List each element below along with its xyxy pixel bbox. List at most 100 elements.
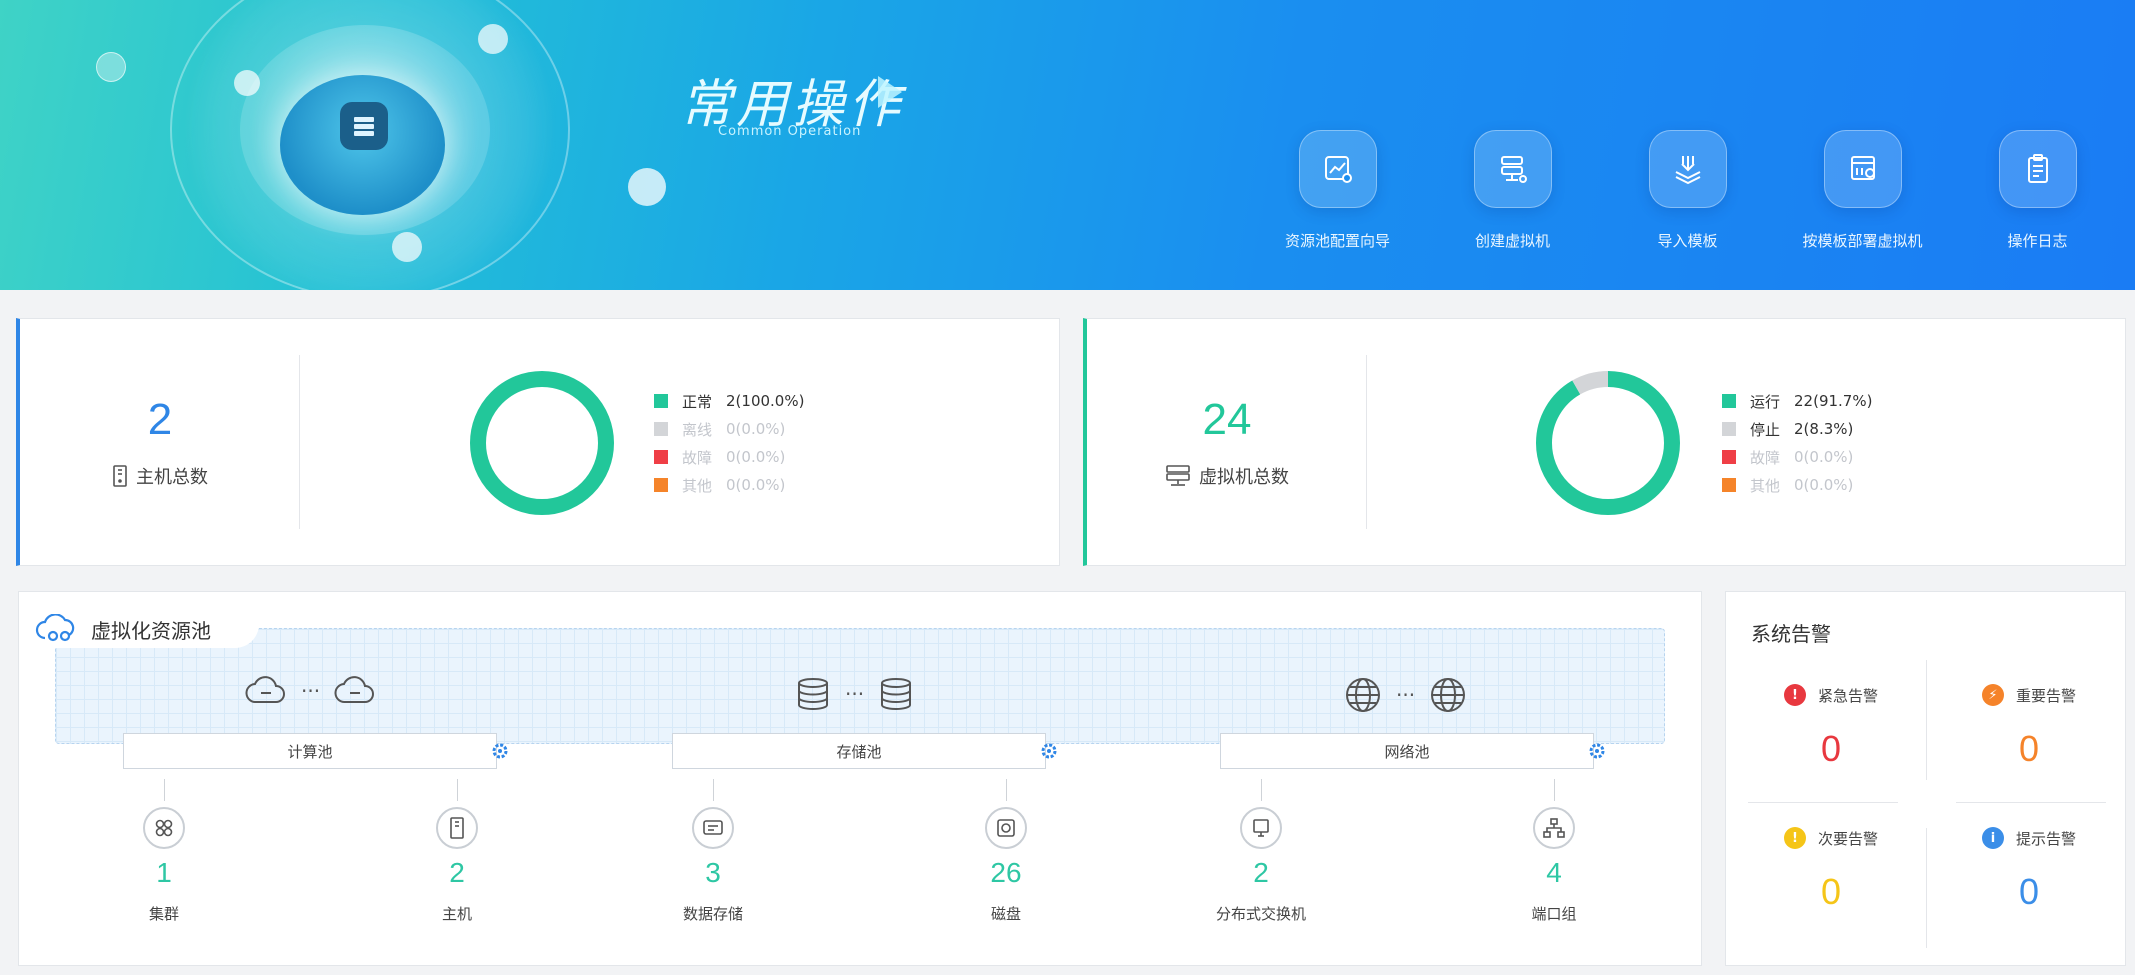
alarm-label: 提示告警 bbox=[2015, 829, 2076, 848]
alarm-major[interactable]: ⚡ 重要告警 0 bbox=[1944, 684, 2114, 770]
legend-name: 其他 bbox=[1750, 476, 1781, 495]
resource-label: 集群 bbox=[148, 905, 179, 923]
op-operation-log[interactable]: 操作日志 bbox=[1950, 130, 2125, 251]
legend-value: 22(91.7%) bbox=[1794, 392, 1873, 410]
resource-count: 2 bbox=[449, 857, 465, 888]
legend-name: 离线 bbox=[682, 420, 713, 439]
donut-slice-0 bbox=[470, 371, 614, 515]
compute-pool-box[interactable]: 计算池 bbox=[123, 733, 497, 769]
op-label: 操作日志 bbox=[2007, 232, 2068, 250]
resource-disk[interactable]: 26 磁盘 bbox=[926, 807, 1086, 924]
legend-swatch bbox=[654, 478, 668, 492]
vm-total-label: 虚拟机总数 bbox=[1199, 467, 1289, 488]
critical-alarm-icon: ! bbox=[1783, 684, 1806, 706]
divider bbox=[1926, 660, 1927, 780]
alarm-label: 次要告警 bbox=[1817, 829, 1878, 848]
database-icon bbox=[798, 678, 828, 711]
alarm-minor[interactable]: ! 次要告警 0 bbox=[1746, 827, 1916, 913]
resource-count: 26 bbox=[990, 857, 1022, 888]
legend-item: 停止 2(8.3%) bbox=[1722, 415, 1872, 443]
legend-swatch bbox=[1722, 478, 1736, 492]
legend-value: 0(0.0%) bbox=[1794, 476, 1854, 494]
gear-icon[interactable] bbox=[1041, 743, 1057, 759]
alarm-head: i 提示告警 bbox=[1981, 827, 2076, 849]
alarm-value: 0 bbox=[1820, 871, 1842, 912]
gear-icon[interactable] bbox=[492, 743, 508, 759]
alarm-label: 紧急告警 bbox=[1817, 686, 1878, 705]
legend-value: 2(8.3%) bbox=[1794, 420, 1854, 438]
connector-line bbox=[1261, 779, 1262, 801]
legend-name: 故障 bbox=[1750, 448, 1781, 467]
server-add-icon bbox=[1473, 130, 1552, 208]
alarm-value: 0 bbox=[2018, 728, 2040, 769]
resource-label: 磁盘 bbox=[990, 905, 1021, 923]
alarm-critical[interactable]: ! 紧急告警 0 bbox=[1746, 684, 1916, 770]
network-pool-box[interactable]: 网络池 bbox=[1220, 733, 1594, 769]
major-alarm-icon: ⚡ bbox=[1981, 684, 2004, 706]
resource-cluster[interactable]: 1 集群 bbox=[84, 807, 244, 924]
alarm-head: ⚡ 重要告警 bbox=[1981, 684, 2076, 706]
legend-item: 正常 2(100.0%) bbox=[654, 387, 804, 415]
legend-item: 其他 0(0.0%) bbox=[654, 471, 804, 499]
network-pool-icons: ··· bbox=[1344, 676, 1467, 714]
legend-item: 故障 0(0.0%) bbox=[1722, 443, 1872, 471]
legend-name: 故障 bbox=[682, 448, 713, 467]
pool-box-label: 计算池 bbox=[287, 742, 333, 761]
operations-toolbar: 资源池配置向导 创建虚拟机 导入模板 按模板部署虚拟机 操作日志 bbox=[1250, 130, 2125, 251]
divider bbox=[1748, 802, 1898, 803]
resource-datastore[interactable]: 3 数据存储 bbox=[633, 807, 793, 924]
resource-count: 2 bbox=[1253, 857, 1269, 888]
vm-icon bbox=[1166, 465, 1190, 486]
legend-value: 0(0.0%) bbox=[726, 420, 786, 438]
op-import-template[interactable]: 导入模板 bbox=[1600, 130, 1775, 251]
legend-swatch bbox=[654, 422, 668, 436]
legend-value: 0(0.0%) bbox=[1794, 448, 1854, 466]
op-label: 资源池配置向导 bbox=[1284, 232, 1390, 250]
ellipsis: ··· bbox=[1396, 683, 1416, 707]
op-deploy-vm-from-template[interactable]: 按模板部署虚拟机 bbox=[1775, 130, 1950, 251]
banner-subtitle: Common Operation bbox=[718, 124, 862, 139]
legend-swatch bbox=[654, 450, 668, 464]
host-icon bbox=[113, 465, 127, 487]
vm-status-legend: 运行 22(91.7%) 停止 2(8.3%) 故障 0(0.0%) 其他 0(0.0%… bbox=[1722, 387, 1872, 499]
divider bbox=[1366, 355, 1367, 529]
storage-pool-icons: ··· bbox=[795, 676, 914, 712]
donut-slice-0 bbox=[1536, 371, 1680, 515]
resource-port-group[interactable]: 4 端口组 bbox=[1474, 807, 1634, 924]
template-deploy-icon bbox=[1823, 130, 1902, 208]
legend-swatch bbox=[1722, 394, 1736, 408]
vm-total-block: 24 虚拟机总数 bbox=[1087, 319, 1367, 565]
database-icon bbox=[881, 678, 912, 711]
datastore-icon bbox=[692, 807, 734, 849]
legend-swatch bbox=[654, 394, 668, 408]
storage-pool-box[interactable]: 存储池 bbox=[672, 733, 1046, 769]
op-create-vm[interactable]: 创建虚拟机 bbox=[1425, 130, 1600, 251]
vm-total-value: 24 bbox=[1202, 395, 1252, 444]
cloud-icon bbox=[245, 676, 285, 704]
resource-label: 分布式交换机 bbox=[1215, 905, 1306, 923]
gear-icon[interactable] bbox=[1589, 743, 1605, 759]
play-arrow-icon bbox=[878, 76, 902, 108]
alarm-value: 0 bbox=[2018, 871, 2040, 912]
host-summary-card: 2 主机总数 正常 2(100.0%) 离线 0(0.0%) 故障 0(0.0%) 其… bbox=[16, 318, 1060, 566]
alarm-info[interactable]: i 提示告警 0 bbox=[1944, 827, 2114, 913]
ellipsis: ··· bbox=[301, 679, 321, 703]
alarm-head: ! 次要告警 bbox=[1783, 827, 1878, 849]
op-resource-pool-wizard[interactable]: 资源池配置向导 bbox=[1250, 130, 1425, 251]
globe-icon bbox=[1431, 678, 1466, 712]
cloud-icon bbox=[334, 676, 374, 704]
op-label: 导入模板 bbox=[1657, 232, 1718, 250]
banner-float-icon-4 bbox=[628, 168, 666, 206]
common-operations-banner: 常用操作 Common Operation 资源池配置向导 创建虚拟机 导入模板 bbox=[0, 0, 2135, 290]
banner-float-icon-3 bbox=[478, 24, 508, 54]
banner-float-icon-2 bbox=[234, 70, 260, 96]
resource-distributed-switch[interactable]: 2 分布式交换机 bbox=[1181, 807, 1341, 924]
resource-host[interactable]: 2 主机 bbox=[377, 807, 537, 924]
op-label: 按模板部署虚拟机 bbox=[1802, 232, 1923, 250]
divider bbox=[299, 355, 300, 529]
chart-config-icon bbox=[1298, 130, 1377, 208]
connector-line bbox=[164, 779, 165, 801]
host-status-legend: 正常 2(100.0%) 离线 0(0.0%) 故障 0(0.0%) 其他 0(0.0%… bbox=[654, 387, 804, 499]
host-total-label: 主机总数 bbox=[136, 467, 208, 488]
divider bbox=[1926, 828, 1927, 948]
